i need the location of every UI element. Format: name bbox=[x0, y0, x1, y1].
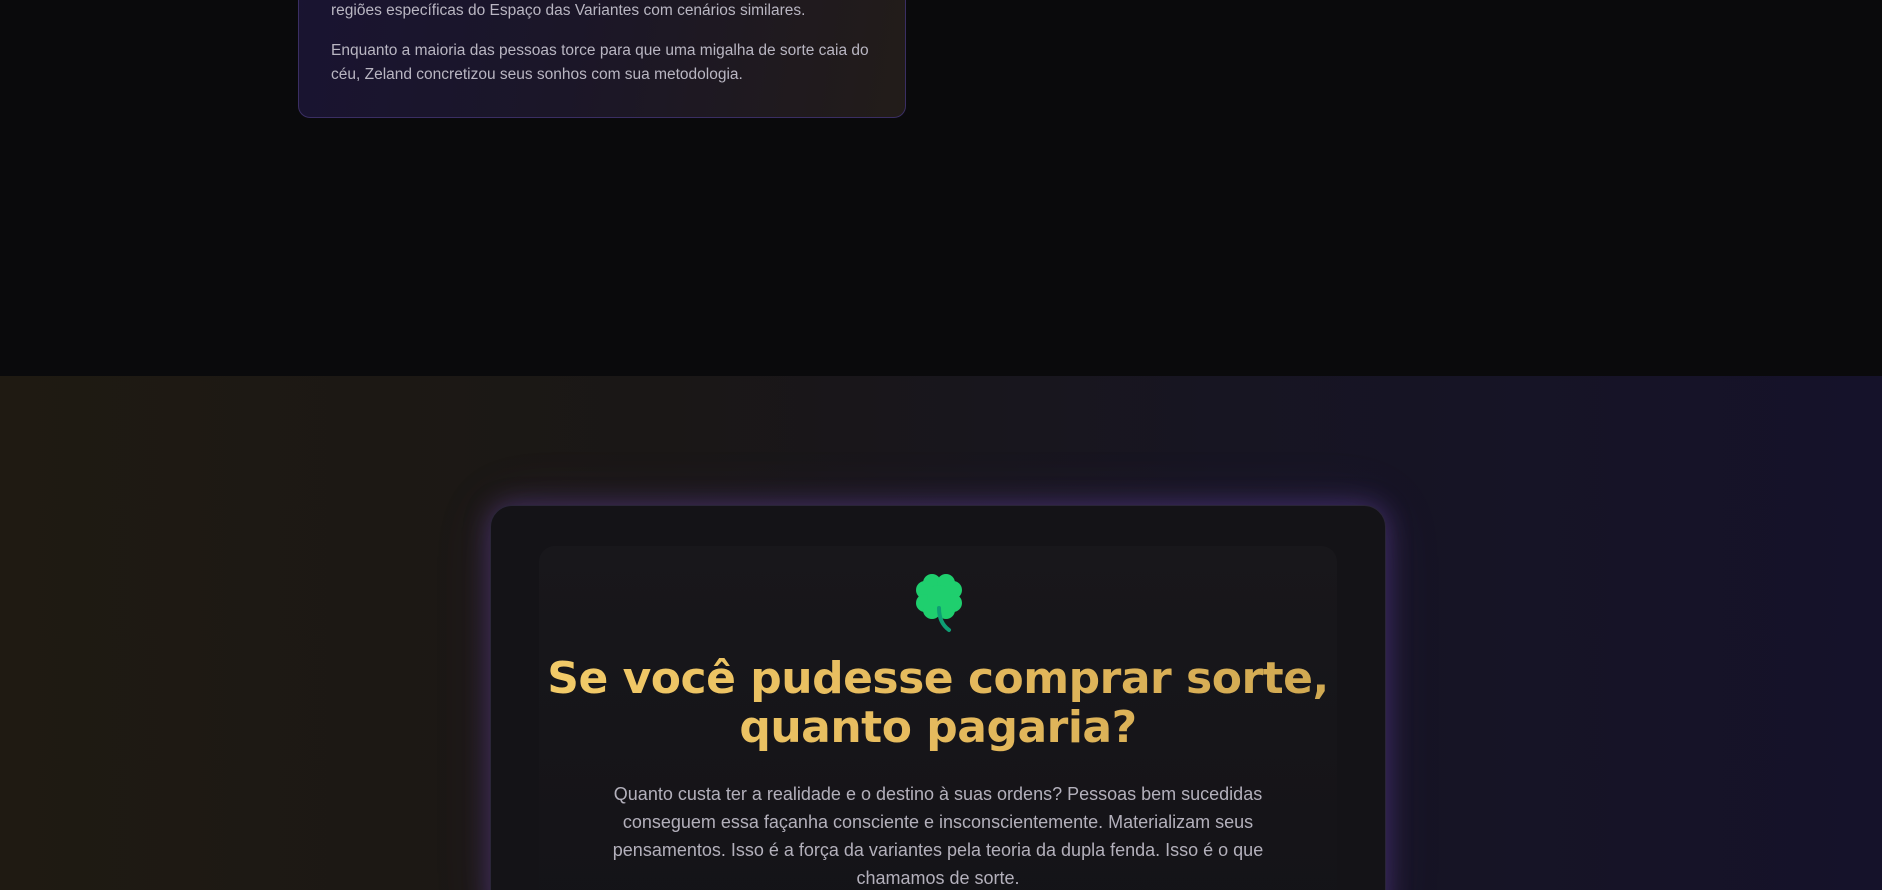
info-card-text-partial: regiões específicas do Espaço das Varian… bbox=[331, 2, 806, 19]
info-card: regiões específicas do Espaço das Varian… bbox=[298, 0, 906, 118]
page: regiões específicas do Espaço das Varian… bbox=[0, 0, 1882, 890]
top-section: regiões específicas do Espaço das Varian… bbox=[0, 0, 1882, 376]
luck-title: Se você pudesse comprar sorte, quanto pa… bbox=[491, 654, 1385, 752]
info-card-paragraph: Enquanto a maioria das pessoas torce par… bbox=[331, 42, 869, 83]
luck-description: Quanto custa ter a realidade e o destino… bbox=[612, 784, 1264, 888]
luck-title-line-2: quanto pagaria? bbox=[739, 702, 1137, 753]
luck-section: Se você pudesse comprar sorte, quanto pa… bbox=[0, 376, 1882, 890]
luck-card: Se você pudesse comprar sorte, quanto pa… bbox=[490, 505, 1386, 890]
four-leaf-clover-icon bbox=[916, 574, 962, 632]
luck-title-line-1: Se você pudesse comprar sorte, bbox=[547, 653, 1329, 704]
